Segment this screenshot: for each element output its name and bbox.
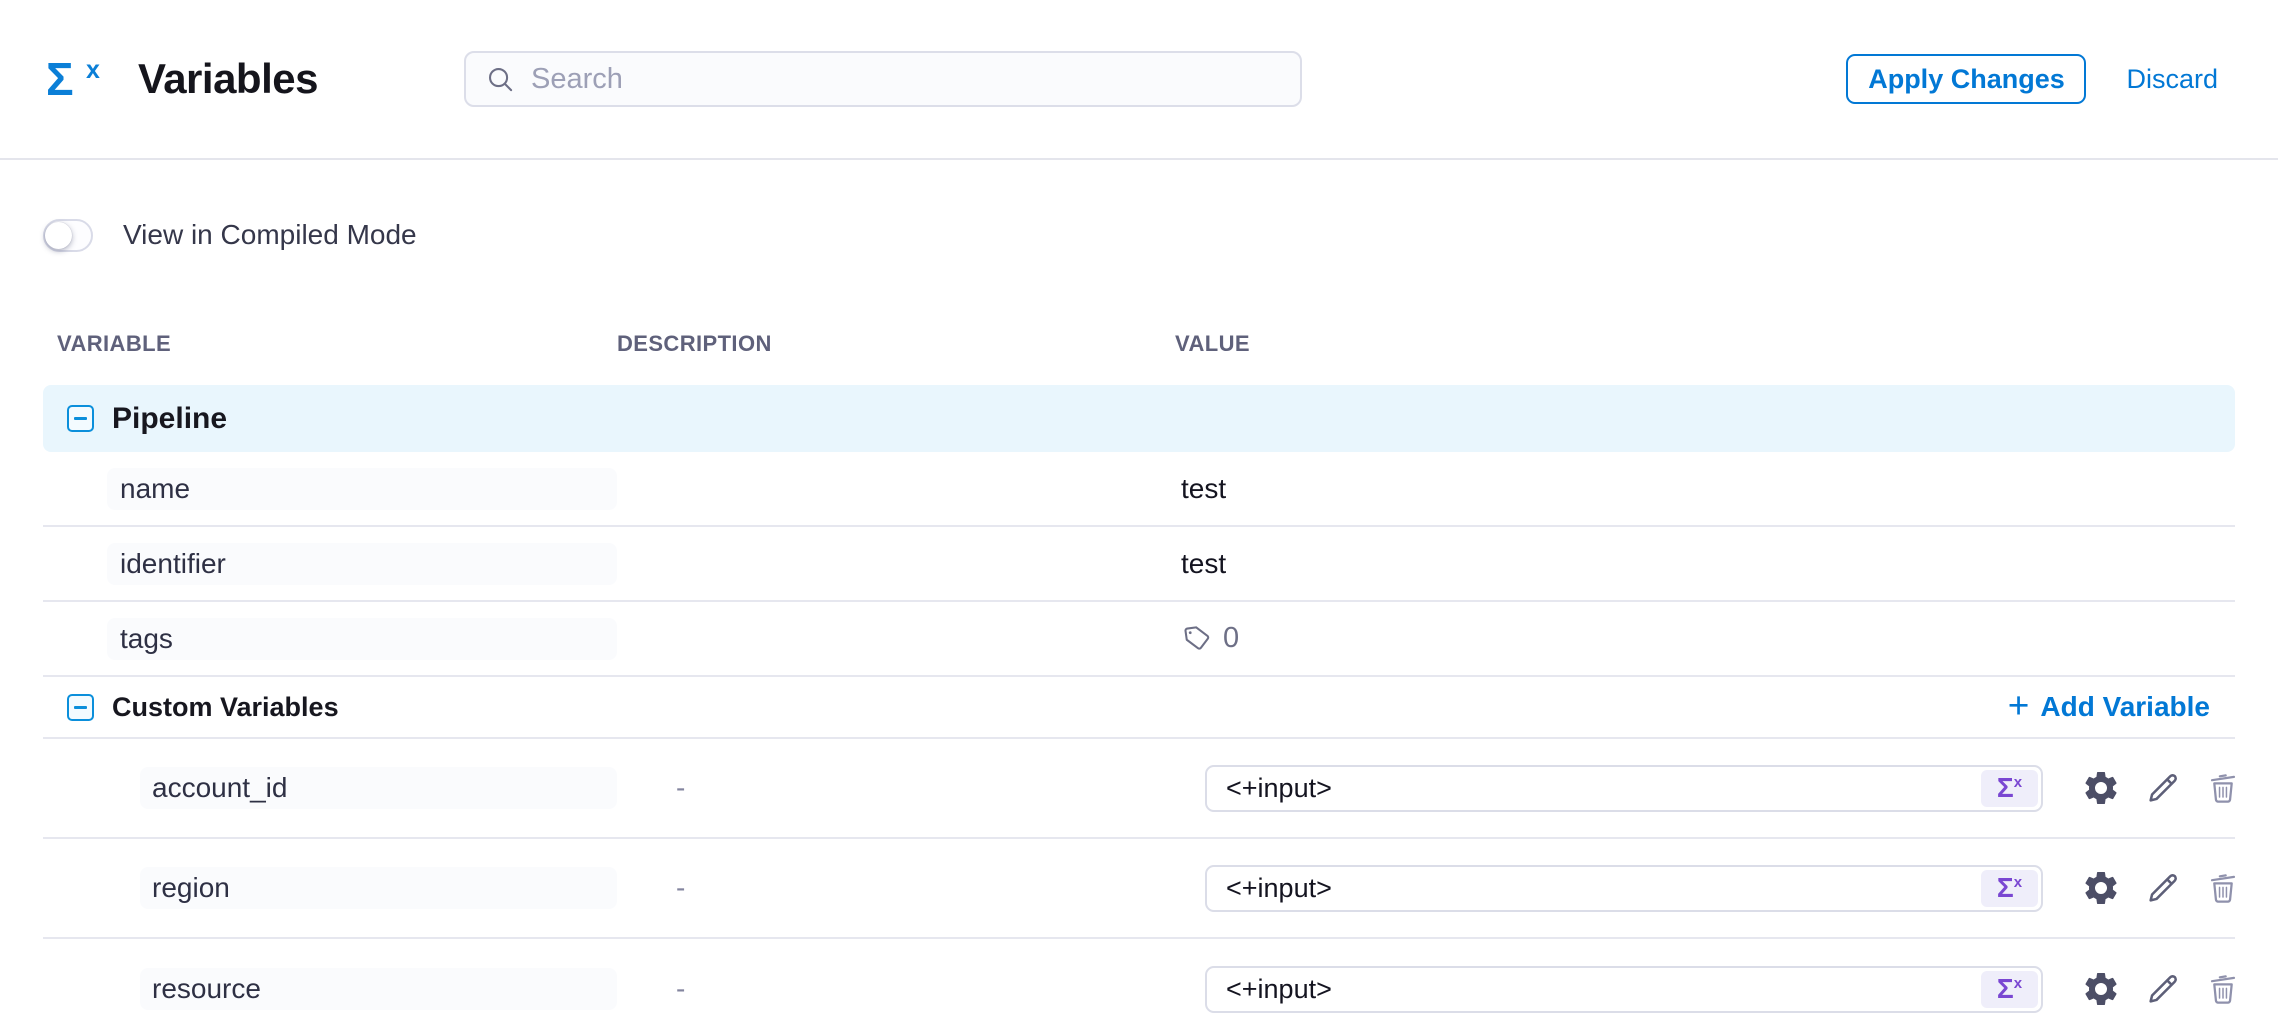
trash-icon[interactable] [2205, 870, 2241, 906]
variable-name-chip: region [140, 867, 617, 909]
compiled-mode-row: View in Compiled Mode [43, 218, 2235, 252]
gear-icon[interactable] [2081, 868, 2121, 908]
pencil-icon[interactable] [2144, 769, 2182, 807]
expression-sigma-icon[interactable]: Σx [1981, 770, 2038, 807]
value-input[interactable]: <+input> Σx [1205, 865, 2043, 912]
apply-changes-button[interactable]: Apply Changes [1846, 54, 2086, 104]
column-header-value: VALUE [1175, 331, 2235, 357]
trash-icon[interactable] [2205, 770, 2241, 806]
tag-icon [1179, 621, 1214, 656]
collapse-minus-icon[interactable] [67, 405, 94, 432]
variable-description: - [676, 772, 685, 804]
search-icon [485, 64, 516, 95]
gear-icon[interactable] [2081, 768, 2121, 808]
collapse-minus-icon[interactable] [67, 694, 94, 721]
column-header-description: DESCRIPTION [617, 331, 1175, 357]
tags-value: 0 [1181, 622, 1239, 655]
compiled-mode-toggle[interactable] [43, 219, 93, 252]
value-input[interactable]: <+input> Σx [1205, 966, 2043, 1013]
sigma-x-icon: Σx [46, 56, 108, 102]
add-variable-button[interactable]: + Add Variable [2008, 690, 2210, 724]
variable-value: test [1181, 548, 1226, 580]
variable-name-chip: tags [107, 618, 617, 660]
value-input[interactable]: <+input> Σx [1205, 765, 2043, 812]
top-bar: Σx Variables Apply Changes Discard [0, 0, 2278, 160]
table-row: tags 0 [43, 602, 2235, 677]
variable-description: - [676, 973, 685, 1005]
group-label: Custom Variables [112, 692, 339, 723]
group-label: Pipeline [112, 402, 227, 436]
variable-name-chip: account_id [140, 767, 617, 809]
pencil-icon[interactable] [2144, 970, 2182, 1008]
plus-icon: + [2008, 687, 2030, 724]
variable-name-chip: resource [140, 968, 617, 1010]
group-row-custom-variables: Custom Variables + Add Variable [43, 677, 2235, 739]
compiled-mode-label: View in Compiled Mode [123, 219, 417, 251]
variable-description: - [676, 872, 685, 904]
gear-icon[interactable] [2081, 969, 2121, 1009]
column-header-variable: VARIABLE [43, 331, 617, 357]
table-row: account_id - <+input> Σx [43, 739, 2235, 839]
search-box[interactable] [464, 51, 1302, 107]
table-row: identifier test [43, 527, 2235, 602]
variables-table: Pipeline name test identifier test tags [43, 385, 2235, 1036]
trash-icon[interactable] [2205, 971, 2241, 1007]
variable-value: test [1181, 473, 1226, 505]
expression-sigma-icon[interactable]: Σx [1981, 870, 2038, 907]
variable-name-chip: name [107, 468, 617, 510]
table-row: resource - <+input> Σx [43, 939, 2235, 1036]
variables-panel: Σx Variables Apply Changes Discard View … [0, 0, 2278, 1036]
variable-name-chip: identifier [107, 543, 617, 585]
table-row: region - <+input> Σx [43, 839, 2235, 939]
toggle-knob [45, 222, 72, 249]
search-input[interactable] [531, 63, 1281, 96]
table-row: name test [43, 452, 2235, 527]
table-header: VARIABLE DESCRIPTION VALUE [43, 330, 2235, 358]
group-row-pipeline: Pipeline [43, 385, 2235, 452]
discard-link[interactable]: Discard [2126, 64, 2218, 95]
pencil-icon[interactable] [2144, 869, 2182, 907]
page-title: Variables [138, 55, 438, 103]
expression-sigma-icon[interactable]: Σx [1981, 971, 2038, 1008]
